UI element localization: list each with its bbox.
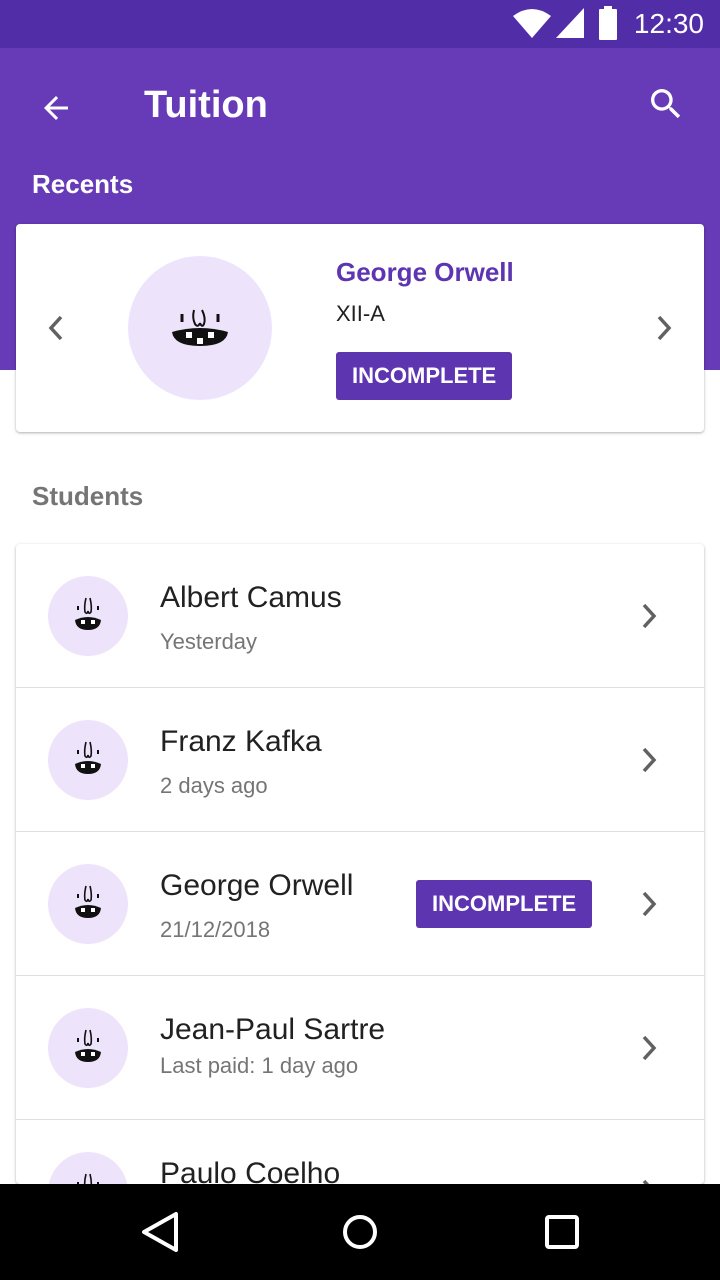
student-name: Albert Camus: [160, 581, 342, 614]
student-subtitle: Last paid: 1 day ago: [160, 1053, 359, 1078]
arrow-back-icon: [44, 96, 68, 120]
battery-icon: [599, 6, 617, 40]
chevron-right-icon: [657, 315, 672, 341]
student-row-albert-camus[interactable]: Albert Camus Yesterday: [16, 544, 704, 688]
recent-student-card[interactable]: George Orwell XII-A INCOMPLETE: [16, 224, 704, 432]
chevron-left-icon: [48, 315, 63, 341]
system-navigation-bar: [0, 1184, 720, 1280]
student-subtitle: Yesterday: [160, 629, 258, 654]
chevron-right-icon: [634, 1176, 664, 1184]
student-name: George Orwell: [160, 869, 354, 902]
student-name: Franz Kafka: [160, 725, 322, 758]
recents-section-label: Recents: [32, 169, 134, 199]
student-row-jean-paul-sartre[interactable]: Jean-Paul Sartre Last paid: 1 day ago: [16, 976, 704, 1120]
student-row-george-orwell[interactable]: George Orwell 21/12/2018 INCOMPLETE: [16, 832, 704, 976]
chevron-right-icon: [634, 744, 664, 776]
square-recents-icon: [545, 1215, 579, 1249]
status-badge: INCOMPLETE: [416, 880, 593, 928]
avatar: [48, 576, 128, 656]
nav-back-button[interactable]: [132, 1204, 188, 1260]
wifi-icon: [513, 9, 551, 38]
page-title: Tuition: [144, 84, 268, 126]
previous-recent-button[interactable]: [38, 308, 74, 348]
avatar: [48, 864, 128, 944]
student-row-franz-kafka[interactable]: Franz Kafka 2 days ago: [16, 688, 704, 832]
monster-face-icon: [75, 885, 101, 918]
status-time: 12:30: [633, 8, 704, 39]
chevron-right-icon: [634, 1032, 664, 1064]
student-subtitle: 21/12/2018: [160, 917, 271, 942]
recent-student-class: XII-A: [336, 301, 385, 326]
status-badge: INCOMPLETE: [336, 352, 513, 400]
monster-face-icon: [75, 741, 101, 774]
monster-face-icon: [77, 1173, 99, 1184]
cellular-signal-icon: [556, 8, 584, 38]
avatar: [48, 1152, 128, 1184]
student-list: Albert Camus Yesterday Franz Kafka 2 day…: [16, 544, 704, 1184]
monster-face-icon: [172, 309, 228, 346]
next-recent-button[interactable]: [646, 308, 682, 348]
avatar: [48, 720, 128, 800]
avatar: [128, 256, 272, 400]
chevron-right-icon: [634, 600, 664, 632]
nav-home-button[interactable]: [332, 1204, 388, 1260]
student-subtitle: 2 days ago: [160, 773, 268, 798]
triangle-back-icon: [142, 1212, 178, 1252]
nav-recents-button[interactable]: [534, 1204, 590, 1260]
student-name: Jean-Paul Sartre: [160, 1013, 386, 1046]
monster-face-icon: [75, 1029, 101, 1062]
circle-home-icon: [343, 1215, 377, 1249]
avatar: [48, 1008, 128, 1088]
student-name: Paulo Coelho: [160, 1157, 341, 1184]
search-icon: [651, 89, 681, 119]
recent-student-name: George Orwell: [336, 257, 514, 287]
back-button[interactable]: [32, 84, 80, 132]
chevron-right-icon: [634, 888, 664, 920]
students-section-label: Students: [32, 481, 144, 511]
monster-face-icon: [75, 597, 101, 630]
student-row-paulo-coelho[interactable]: Paulo Coelho: [16, 1120, 704, 1184]
search-button[interactable]: [640, 78, 692, 130]
status-bar: 12:30: [0, 0, 720, 48]
